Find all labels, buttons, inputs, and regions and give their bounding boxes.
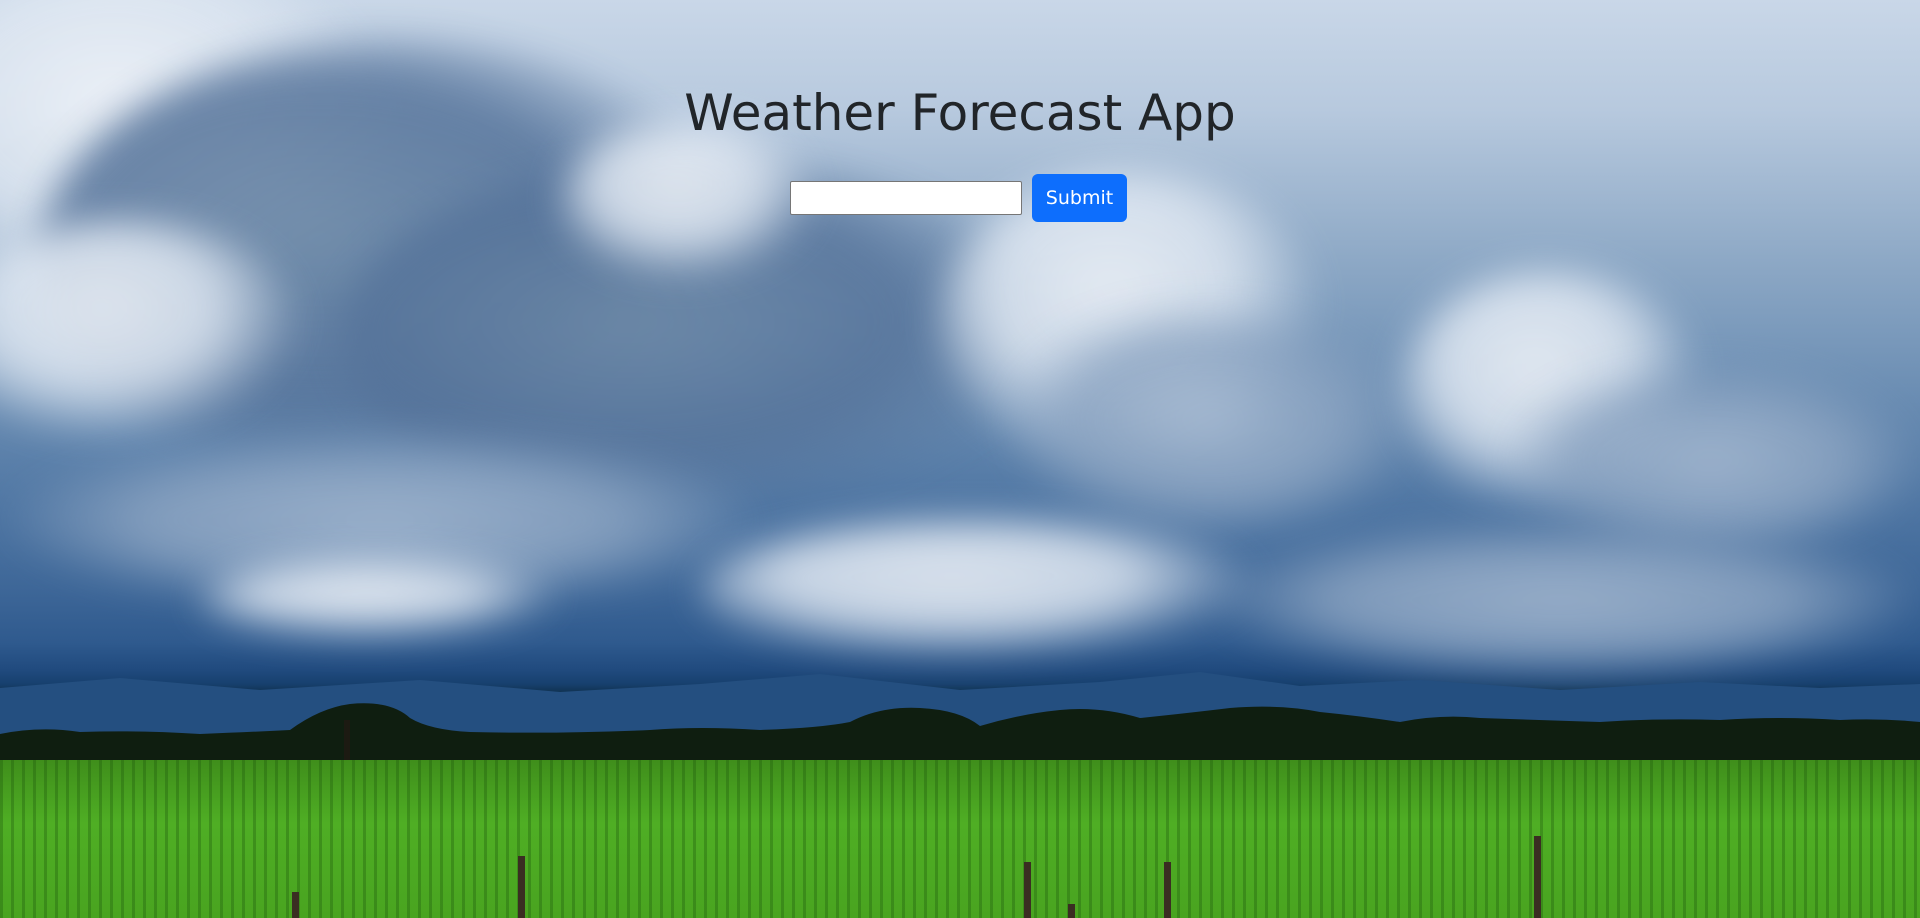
fence-post [1164,862,1171,918]
cloud [1000,300,1420,540]
submit-button[interactable]: Submit [1032,174,1127,222]
grass-field [0,760,1920,918]
fence-post [518,856,525,918]
page-title: Weather Forecast App [684,84,1236,142]
cloud [560,120,820,280]
fence-post [1534,836,1541,918]
cloud [1200,520,1920,680]
city-search-form: Submit [790,174,1127,222]
fence-post [292,892,299,918]
treeline [0,703,1920,766]
cloud [700,520,1260,660]
fence-post [1024,862,1031,918]
fence-post [1068,904,1075,918]
city-input[interactable] [790,181,1022,215]
cloud [200,560,560,640]
